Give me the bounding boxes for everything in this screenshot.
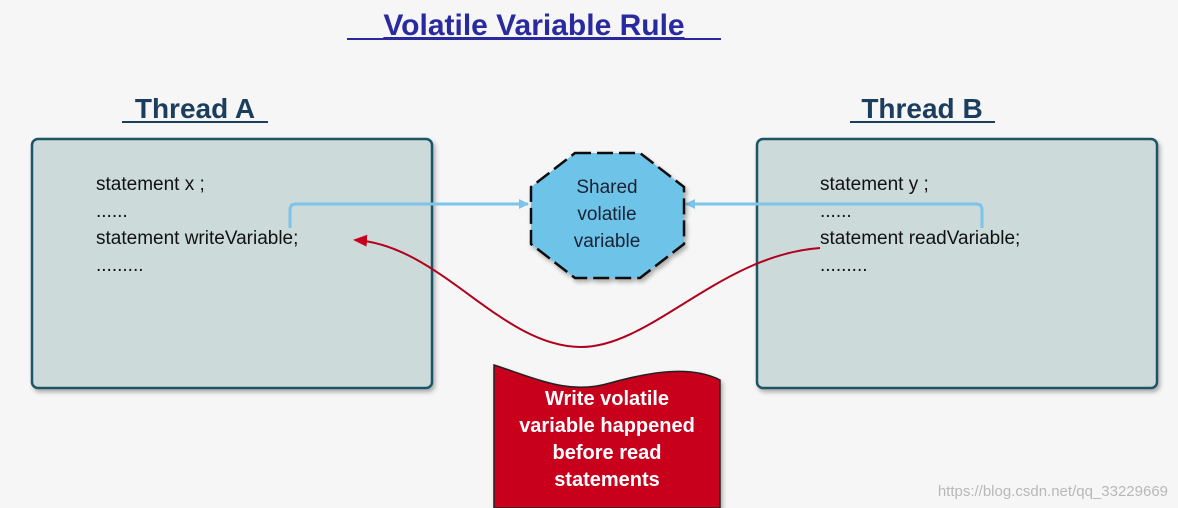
banner-text: statements bbox=[554, 469, 660, 491]
watermark: https://blog.csdn.net/qq_33229669 bbox=[938, 483, 1168, 500]
thread-b-line: statement readVariable; bbox=[820, 228, 1020, 249]
thread-a-box bbox=[30, 137, 434, 390]
banner-text: before read bbox=[553, 442, 662, 464]
thread-a-label: Thread A bbox=[135, 93, 255, 124]
thread-b-line: ......... bbox=[820, 255, 868, 276]
diagram: Volatile Variable Rule Thread A Thread B… bbox=[30, 9, 1168, 508]
thread-b-box bbox=[755, 137, 1159, 390]
page-title: Volatile Variable Rule bbox=[383, 9, 684, 42]
shared-label: volatile bbox=[577, 204, 636, 225]
banner-text: Write volatile bbox=[545, 388, 669, 410]
thread-b-line: statement y ; bbox=[820, 174, 929, 195]
thread-a-line: ......... bbox=[96, 255, 144, 276]
thread-a-line: statement x ; bbox=[96, 174, 205, 195]
shared-label: variable bbox=[574, 231, 641, 252]
shared-label: Shared bbox=[576, 177, 637, 198]
thread-a-line: ...... bbox=[96, 201, 128, 222]
banner-text: variable happened bbox=[519, 415, 695, 437]
thread-b-label: Thread B bbox=[861, 93, 982, 124]
thread-a-line: statement writeVariable; bbox=[96, 228, 298, 249]
